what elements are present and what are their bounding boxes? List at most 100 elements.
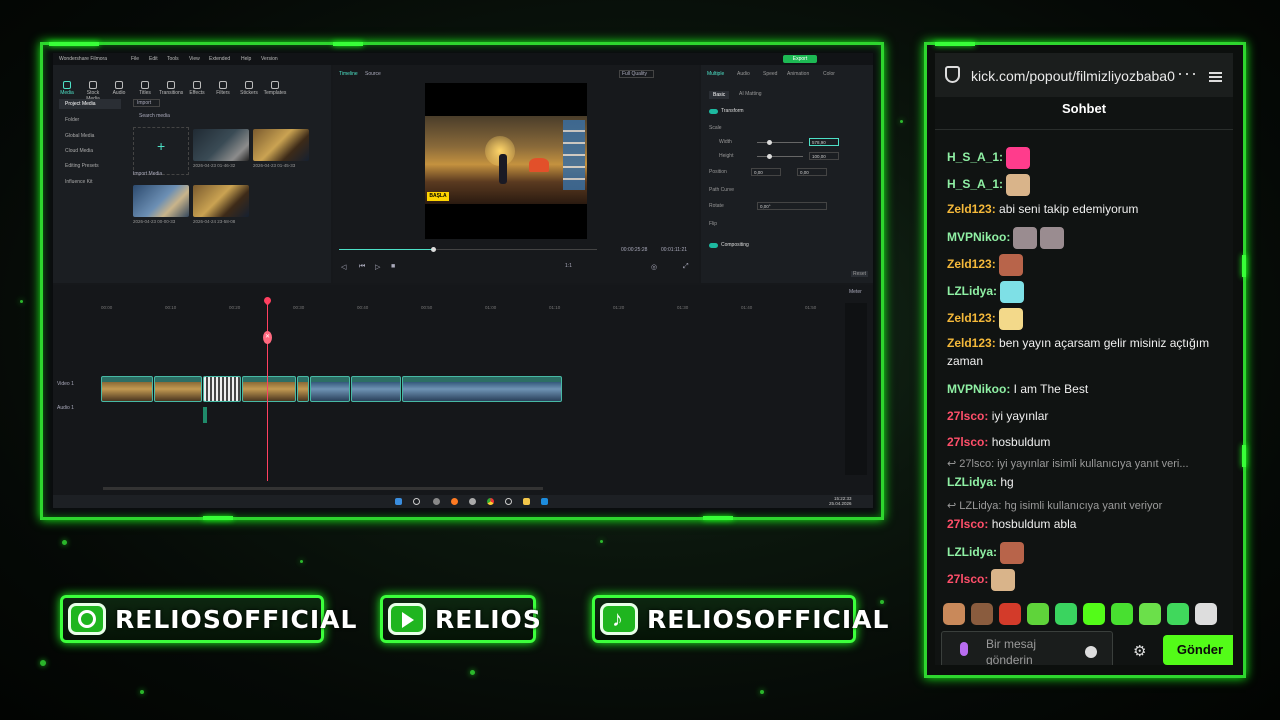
tool-audio[interactable]: Audio bbox=[107, 81, 131, 96]
media-thumbnail[interactable] bbox=[253, 129, 309, 161]
emote-button[interactable] bbox=[999, 603, 1021, 625]
media-thumbnail[interactable] bbox=[193, 129, 249, 161]
folder-icon[interactable] bbox=[523, 498, 530, 505]
sidebar-item-global-media[interactable]: Global Media bbox=[59, 131, 121, 141]
import-media-box[interactable]: + bbox=[133, 127, 189, 175]
tool-filters[interactable]: Filters bbox=[211, 81, 235, 96]
emote-button[interactable] bbox=[971, 603, 993, 625]
chat-username[interactable]: 27lsco: bbox=[947, 435, 988, 449]
sidebar-item-influence-kit[interactable]: Influence Kit bbox=[59, 177, 121, 187]
chat-username[interactable]: H_S_A_1: bbox=[947, 150, 1003, 164]
tool-transitions[interactable]: Transitions bbox=[159, 81, 183, 96]
menu-view[interactable]: View bbox=[189, 56, 200, 62]
video-clip[interactable] bbox=[402, 376, 562, 402]
stop-icon[interactable]: ■ bbox=[391, 263, 395, 270]
playhead-handle[interactable] bbox=[262, 295, 273, 306]
emote-button[interactable] bbox=[1111, 603, 1133, 625]
menu-help[interactable]: Help bbox=[241, 56, 251, 62]
media-thumbnail[interactable] bbox=[133, 185, 189, 217]
filmora-icon[interactable] bbox=[541, 498, 548, 505]
tool-media[interactable]: Media bbox=[55, 81, 79, 96]
fullscreen-icon[interactable]: ⤢ bbox=[683, 263, 689, 271]
video-clip[interactable] bbox=[203, 376, 241, 402]
width-slider-knob[interactable] bbox=[767, 140, 772, 145]
chat-username[interactable]: LZLidya: bbox=[947, 545, 997, 559]
sidebar-item-cloud-media[interactable]: Cloud Media bbox=[59, 146, 121, 156]
tab-speed[interactable]: Speed bbox=[763, 71, 777, 77]
height-slider-knob[interactable] bbox=[767, 154, 772, 159]
video-clip[interactable] bbox=[154, 376, 202, 402]
width-slider[interactable] bbox=[757, 142, 803, 143]
firefox-icon[interactable] bbox=[451, 498, 458, 505]
chat-username[interactable]: Zeld123: bbox=[947, 257, 996, 271]
reply-context[interactable]: ↩ 27lsco: iyi yayınlar isimli kullanıcıy… bbox=[947, 457, 1229, 470]
emote-button[interactable] bbox=[1195, 603, 1217, 625]
height-field[interactable]: 100,00 bbox=[809, 152, 839, 160]
tab-animation[interactable]: Animation bbox=[787, 71, 809, 77]
search-icon[interactable] bbox=[413, 498, 420, 505]
chat-username[interactable]: 27lsco: bbox=[947, 517, 988, 531]
menu-icon[interactable] bbox=[1209, 72, 1222, 82]
chat-username[interactable]: MVPNikoo: bbox=[947, 230, 1010, 244]
video-clip[interactable] bbox=[351, 376, 401, 402]
more-icon[interactable]: ··· bbox=[1177, 63, 1198, 84]
emote-button[interactable] bbox=[1027, 603, 1049, 625]
clock-icon[interactable] bbox=[505, 498, 512, 505]
menu-edit[interactable]: Edit bbox=[149, 56, 158, 62]
chat-username[interactable]: Zeld123: bbox=[947, 202, 996, 216]
tab-source[interactable]: Source bbox=[365, 71, 381, 77]
menu-version[interactable]: Version bbox=[261, 56, 278, 62]
playhead[interactable] bbox=[267, 299, 268, 481]
marker-icon[interactable]: ✕ bbox=[263, 331, 272, 344]
width-field[interactable]: 578,90 bbox=[809, 138, 839, 146]
sidebar-item-project-media[interactable]: Project Media bbox=[59, 99, 121, 109]
chat-username[interactable]: LZLidya: bbox=[947, 475, 997, 489]
chat-username[interactable]: 27lsco: bbox=[947, 572, 988, 586]
audio-clip[interactable] bbox=[203, 407, 207, 423]
timeline-scrollbar[interactable] bbox=[103, 487, 543, 490]
tool-titles[interactable]: Titles bbox=[133, 81, 157, 96]
video-clip[interactable] bbox=[101, 376, 153, 402]
sidebar-item-editing-presets[interactable]: Editing Presets bbox=[59, 161, 121, 171]
transform-toggle[interactable] bbox=[709, 109, 718, 114]
quality-dropdown[interactable]: Full Quality bbox=[619, 70, 655, 78]
emote-button[interactable] bbox=[1083, 603, 1105, 625]
tool-stickers[interactable]: Stickers bbox=[237, 81, 261, 96]
chat-username[interactable]: MVPNikoo: bbox=[947, 382, 1010, 396]
settings-icon[interactable] bbox=[433, 498, 440, 505]
playback-knob[interactable] bbox=[431, 247, 436, 252]
tab-color[interactable]: Color bbox=[823, 71, 835, 77]
video-clip[interactable] bbox=[242, 376, 296, 402]
snapshot-icon[interactable]: ◎ bbox=[651, 263, 657, 271]
reply-context[interactable]: ↩ LZLidya: hg isimli kullanıcıya yanıt v… bbox=[947, 499, 1229, 512]
menu-tools[interactable]: Tools bbox=[167, 56, 179, 62]
emote-button[interactable] bbox=[1139, 603, 1161, 625]
chat-username[interactable]: 27lsco: bbox=[947, 409, 988, 423]
emoji-icon[interactable] bbox=[1085, 646, 1097, 658]
export-button[interactable]: Export bbox=[783, 55, 817, 63]
subtab-basic[interactable]: Basic bbox=[709, 91, 730, 99]
chat-username[interactable]: Zeld123: bbox=[947, 311, 996, 325]
play-icon[interactable]: ▷ bbox=[375, 263, 380, 271]
chat-username[interactable]: H_S_A_1: bbox=[947, 177, 1003, 191]
prev-frame-icon[interactable]: ◁ bbox=[341, 263, 346, 271]
menu-extended[interactable]: Extended bbox=[209, 56, 230, 62]
url-text[interactable]: kick.com/popout/filmizliyozbaba0 bbox=[971, 68, 1176, 84]
emote-button[interactable] bbox=[943, 603, 965, 625]
chat-username[interactable]: Zeld123: bbox=[947, 336, 996, 350]
tab-multiple[interactable]: Multiple bbox=[707, 71, 724, 77]
video-clip[interactable] bbox=[310, 376, 350, 402]
gear-icon[interactable]: ⚙ bbox=[1133, 642, 1146, 660]
reset-button[interactable]: Reset bbox=[851, 271, 869, 277]
tool-effects[interactable]: Effects bbox=[185, 81, 209, 96]
zoom-ratio[interactable]: 1:1 bbox=[565, 263, 572, 269]
chrome-icon[interactable] bbox=[487, 498, 494, 505]
subtab-ai-matting[interactable]: AI Matting bbox=[739, 91, 762, 97]
video-clip[interactable] bbox=[297, 376, 309, 402]
compositing-toggle[interactable] bbox=[709, 243, 718, 248]
height-slider[interactable] bbox=[757, 156, 803, 157]
tab-audio[interactable]: Audio bbox=[737, 71, 750, 77]
steam-icon[interactable] bbox=[469, 498, 476, 505]
sidebar-item-folder[interactable]: Folder bbox=[59, 115, 121, 125]
step-back-icon[interactable]: ⏮ bbox=[359, 263, 365, 271]
